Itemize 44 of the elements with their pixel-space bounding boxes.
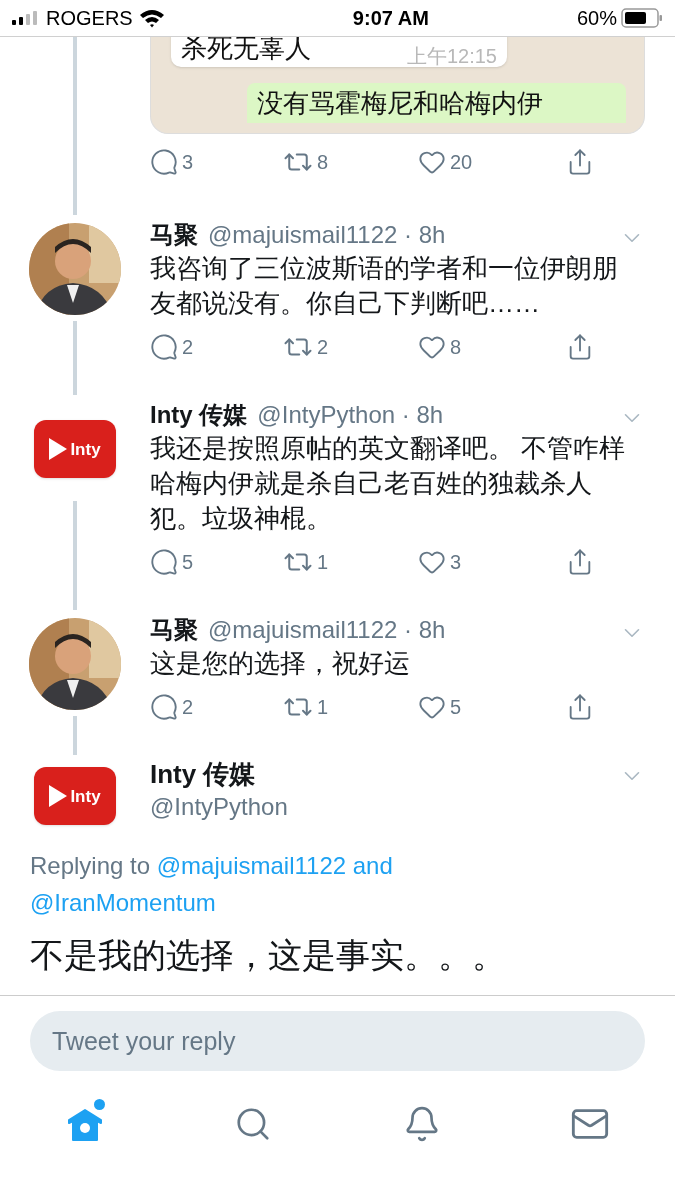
battery-icon [621, 8, 663, 28]
wifi-icon [138, 8, 165, 28]
like-button[interactable]: 5 [418, 692, 462, 722]
battery-percent: 60% [576, 6, 617, 31]
reply-icon [150, 548, 178, 576]
message-time: 上午12:15 [406, 44, 497, 69]
tweet-text: 不是我的选择，这是事实。。。 [29, 935, 507, 976]
like-button[interactable]: 20 [418, 147, 473, 177]
retweet-button[interactable]: 1 [283, 547, 329, 577]
retweet-button[interactable]: 1 [283, 692, 329, 722]
like-button[interactable]: 8 [418, 332, 462, 362]
play-icon [49, 438, 68, 460]
clock-time: 9:07 AM [352, 6, 429, 31]
reply-icon [150, 333, 178, 361]
reply-icon [150, 148, 178, 176]
tweet-text: 我咨询了三位波斯语的学者和一位伊朗朋友都说没有。你自己下判断吧…… [150, 252, 619, 320]
carrier-name: ROGERS [46, 6, 133, 31]
reply-button[interactable]: 2 [150, 692, 194, 722]
tweet-text: 我还是按照原帖的英文翻译吧。 不管咋样哈梅内伊就是杀自己老百姓的独裁杀人犯。垃圾神棍。 [150, 432, 627, 535]
like-button[interactable]: 3 [418, 547, 462, 577]
retweet-button[interactable]: 8 [283, 147, 329, 177]
mention-link[interactable]: @majuismail1122 [156, 852, 347, 879]
play-icon [49, 785, 68, 807]
mention-link[interactable]: @IranMomentum [30, 889, 216, 916]
tweet-text: 这是您的选择，祝好运 [150, 647, 411, 680]
logo-text: Inty [70, 787, 101, 805]
replying-to-text: Replying to @majuismail1122 and @IranMomentum [29, 851, 394, 918]
author-handle: @majuismail1122 · 8h [208, 220, 446, 250]
logo-text: Inty [70, 440, 101, 458]
retweet-button[interactable]: 2 [283, 332, 329, 362]
reply-button[interactable]: 3 [150, 147, 194, 177]
reply-icon [150, 693, 178, 721]
author-name: 马聚 [150, 615, 198, 645]
author-name: 马聚 [150, 220, 198, 250]
reply-field[interactable]: Tweet your reply [30, 1011, 645, 1071]
message-text: 没有骂霍梅尼和哈梅内伊 [257, 88, 543, 118]
author-handle: @IntyPython · 8h [257, 400, 444, 430]
signal-icon [12, 11, 40, 25]
author-handle: @majuismail1122 · 8h [208, 615, 446, 645]
reply-button[interactable]: 2 [150, 332, 194, 362]
reply-button[interactable]: 5 [150, 547, 194, 577]
author-name: Inty 传媒 [150, 758, 257, 791]
author-name: Inty 传媒 [150, 400, 248, 430]
author-handle: @IntyPython [150, 792, 288, 822]
